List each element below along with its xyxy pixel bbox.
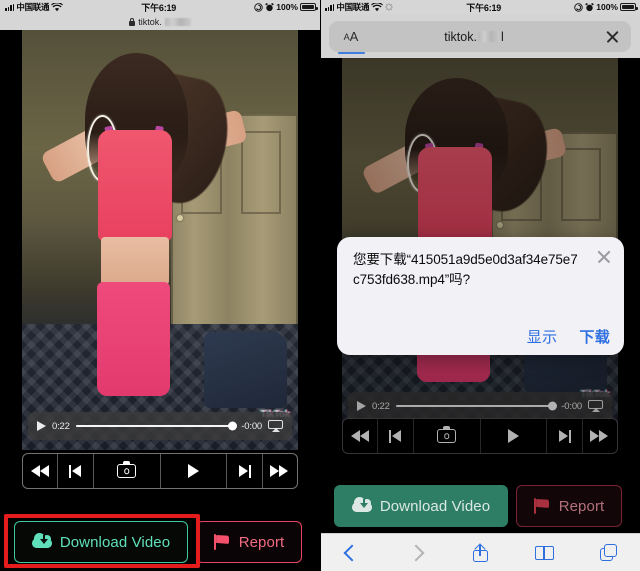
url-field[interactable]: AA tiktok. l [329,21,631,54]
report-label: Report [238,533,285,551]
camera-icon [117,461,137,478]
safari-bottom-toolbar [320,533,640,571]
screenshot-root: 中国联通 下午6:19 100% tiktok. 0:22 -0:00 Down… [0,0,640,571]
alarm-clock-icon [265,2,274,11]
airplay-icon[interactable] [268,420,283,432]
signal-bars-icon [5,3,15,11]
previous-track-icon [69,464,82,478]
rewind-button[interactable] [23,454,59,488]
battery-percent-label: 100% [596,2,618,12]
dialog-action-row: 显示 下载 [527,326,610,347]
video-progress-slider[interactable] [75,421,237,431]
tabs-icon [599,544,617,561]
status-bar-left: 中国联通 [320,1,393,13]
back-chevron-icon [343,544,361,561]
flag-icon [213,534,231,550]
battery-full-icon [300,3,318,11]
alarm-clock-icon [585,2,594,11]
blurred-url-segment [477,31,500,42]
status-bar-right: 100% [254,2,320,12]
text-size-icon[interactable]: AA [329,21,373,54]
rotation-lock-icon [574,2,583,12]
action-button-row: Download Video Report [334,485,622,527]
rewind-icon [30,464,50,478]
flag-icon [533,498,551,514]
video-scene-image [22,30,298,450]
video-area[interactable]: TikTok 0:22 -0:00 [0,30,320,450]
left-screenshot-panel: 中国联通 下午6:19 100% tiktok. 0:22 -0:00 Down… [0,0,320,571]
bookmarks-button[interactable] [512,534,576,571]
remaining-time-label: -0:00 [241,420,262,432]
cloud-download-icon [351,496,372,514]
video-frame[interactable]: TikTok [22,30,298,450]
transport-bar[interactable] [22,453,298,489]
status-bar-time: 下午6:19 [466,2,502,13]
forward-button [384,534,448,571]
elapsed-time-label: 0:22 [52,420,70,432]
report-button[interactable]: Report [196,521,302,563]
fastforward-button[interactable] [263,454,297,488]
report-label: Report [558,497,605,515]
close-icon [605,29,620,44]
download-video-label: Download Video [59,533,171,551]
stop-loading-button[interactable] [593,21,631,52]
signal-bars-icon [325,3,335,11]
next-track-icon [238,464,251,478]
text-size-big-a: A [349,29,359,44]
tabs-button[interactable] [576,534,640,571]
status-bar-time: 下午6:19 [141,2,177,13]
activity-spinner-icon [385,3,393,11]
panel-divider [320,0,321,571]
video-control-bar[interactable]: 0:22 -0:00 [28,412,292,440]
dialog-download-button[interactable]: 下载 [579,326,610,347]
forward-chevron-icon [407,544,425,561]
dialog-close-button[interactable] [596,249,612,265]
dialog-message: 您要下载“415051a9d5e0d3af34e75e7c753fd638.mp… [353,252,578,287]
reader-progress-underline [338,51,365,54]
status-bar: 中国联通 下午6:19 100% [0,0,320,14]
download-confirm-dialog: 您要下载“415051a9d5e0d3af34e75e7c753fd638.mp… [337,237,624,355]
dialog-show-button[interactable]: 显示 [527,326,558,347]
carrier-label: 中国联通 [336,2,370,12]
share-icon [472,542,488,562]
cloud-download-icon [31,532,52,550]
next-button[interactable] [227,454,263,488]
rotation-lock-icon [254,2,263,12]
status-bar-right: 100% [574,2,640,12]
bookmarks-icon [534,545,554,560]
snapshot-button[interactable] [94,454,161,488]
play-icon[interactable] [37,421,46,431]
safari-url-bar: AA tiktok. l [320,14,640,58]
play-button[interactable] [161,454,228,488]
previous-button[interactable] [58,454,94,488]
fast-forward-icon [270,464,289,478]
download-video-button[interactable]: Download Video [334,485,508,527]
download-video-label: Download Video [379,497,491,515]
carrier-label: 中国联通 [16,2,50,12]
url-domain-label: tiktok. [444,29,477,44]
battery-full-icon [620,3,638,11]
url-text[interactable]: tiktok. l [355,30,593,44]
url-caret: l [500,29,504,44]
play-icon [187,464,199,478]
download-video-button[interactable]: Download Video [14,521,188,563]
collapsed-url-bar[interactable]: tiktok. [0,14,320,30]
report-button[interactable]: Report [516,485,622,527]
wifi-icon [371,2,384,11]
right-screenshot-panel: 中国联通 下午6:19 100% A A tiktok. l 0:22 -0:0… [320,0,640,571]
share-button[interactable] [448,534,512,571]
url-domain-label: tiktok. [138,17,162,27]
battery-percent-label: 100% [276,2,298,12]
action-button-row: Download Video Report [14,521,302,563]
wifi-icon [51,2,64,11]
progress-knob[interactable] [227,421,237,431]
status-bar: 中国联通 下午6:19 100% [320,0,640,14]
blurred-url-segment [164,18,191,26]
lock-icon [129,18,136,26]
back-button[interactable] [320,534,384,571]
status-bar-left: 中国联通 [0,1,64,13]
